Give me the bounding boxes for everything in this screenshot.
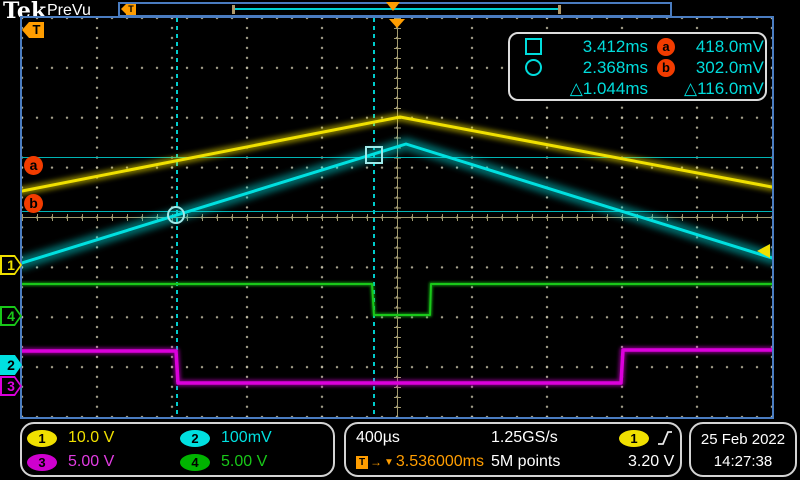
datetime-box: 25 Feb 2022 14:27:38 (689, 422, 797, 477)
channel-marker-label: 2 (0, 355, 22, 375)
channel-4-scale: 5.00 V (221, 453, 267, 471)
horizontal-trigger-box: 400µs 1.25GS/s 1 T → ▼ 3.536000ms 5M poi… (344, 422, 682, 477)
record-length-value: 5M points (491, 453, 609, 471)
channel-1-badge[interactable]: 1 (27, 430, 57, 447)
amplitude-badge-a[interactable]: a (24, 156, 43, 175)
cursor-delta-time: △1.044ms (546, 79, 648, 99)
trigger-delay-value: 3.536000ms (396, 453, 484, 471)
channel-2-scale-button[interactable]: 2 100mV (180, 429, 333, 447)
oscilloscope-screen: Tek PreVu T T ab1423 3.412ms a 418.0mV 2… (0, 0, 800, 480)
cursor-a-value: 418.0mV (684, 37, 764, 57)
circle-cursor-symbol-icon (525, 59, 542, 76)
cursor-circle-marker[interactable] (167, 206, 185, 224)
trigger-level-arrow-icon[interactable] (757, 244, 770, 258)
channel-2-marker[interactable]: 2 (0, 355, 22, 375)
channel-3-badge[interactable]: 3 (27, 454, 57, 471)
cursor1-time: 3.412ms (546, 37, 648, 57)
delay-marker-icon: ▼ (384, 457, 394, 468)
timebase-value[interactable]: 400µs (356, 429, 491, 447)
cursor-b-value: 302.0mV (684, 58, 764, 78)
cursor-readout-box: 3.412ms a 418.0mV 2.368ms b 302.0mV △1.0… (508, 32, 767, 101)
channel-scale-box: 1 10.0 V 2 100mV 3 5.00 V 4 5.00 V (20, 422, 335, 477)
channel-4-scale-button[interactable]: 4 5.00 V (180, 453, 333, 471)
trigger-slope-icon (657, 429, 673, 447)
square-cursor-symbol-icon (525, 38, 542, 55)
channel-marker-label: 4 (0, 306, 22, 326)
channel-4-badge[interactable]: 4 (180, 454, 210, 471)
channel-3-scale-button[interactable]: 3 5.00 V (27, 453, 180, 471)
channel-1-scale: 10.0 V (68, 429, 114, 447)
cursor2-time: 2.368ms (546, 58, 648, 78)
channel-1-scale-button[interactable]: 1 10.0 V (27, 429, 180, 447)
channel-marker-label: 3 (0, 376, 22, 396)
channel-4-marker[interactable]: 4 (0, 306, 22, 326)
time-label: 14:27:38 (691, 451, 795, 473)
channel-3-marker[interactable]: 3 (0, 376, 22, 396)
trigger-source-badge[interactable]: 1 (619, 430, 649, 447)
delay-arrow-icon: → (370, 455, 382, 469)
trigger-delay-cell[interactable]: T → ▼ 3.536000ms (356, 453, 491, 471)
trigger-source-cell[interactable]: 1 (609, 429, 680, 447)
channel-3-scale: 5.00 V (68, 453, 114, 471)
sample-rate-value: 1.25GS/s (491, 429, 609, 447)
amplitude-badge-b[interactable]: b (24, 194, 43, 213)
cursor-delta-value: △116.0mV (684, 79, 764, 99)
channel-marker-label: 1 (0, 255, 22, 275)
cursor-a-badge: a (657, 38, 675, 56)
channel-1-marker[interactable]: 1 (0, 255, 22, 275)
channel-2-badge[interactable]: 2 (180, 430, 210, 447)
trigger-level-value[interactable]: 3.20 V (609, 453, 680, 471)
channel-2-scale: 100mV (221, 429, 272, 447)
cursor-b-badge: b (657, 59, 675, 77)
trigger-t-icon: T (356, 456, 368, 469)
cursor-square-marker[interactable] (365, 146, 383, 164)
date-label: 25 Feb 2022 (691, 429, 795, 451)
